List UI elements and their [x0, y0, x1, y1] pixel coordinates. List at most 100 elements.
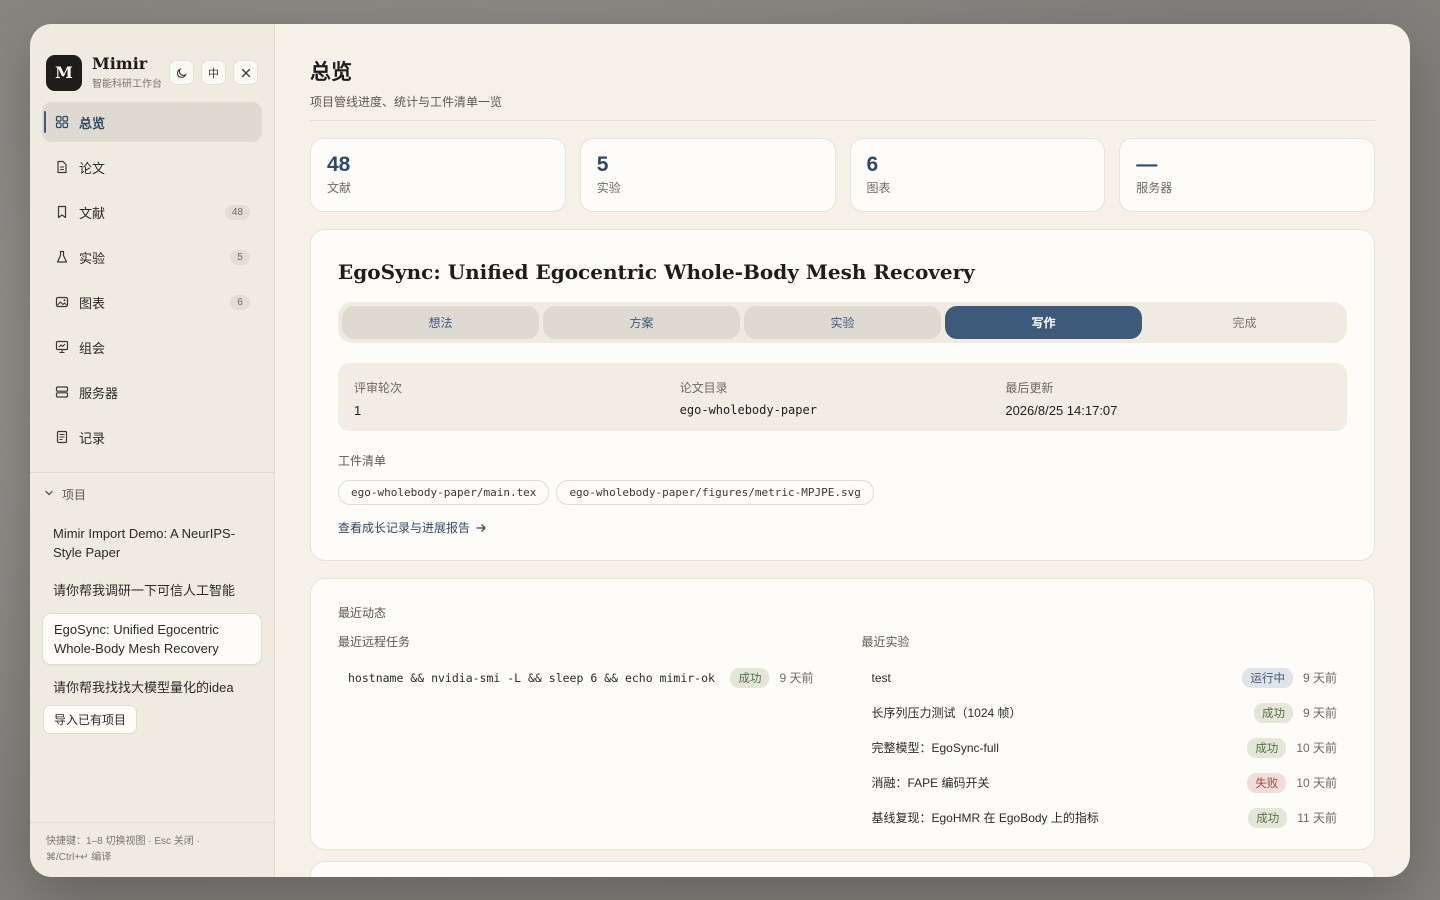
- sidebar-item-label: 实验: [79, 250, 106, 266]
- stat-value: 48: [327, 153, 351, 176]
- experiment-time: 9 天前: [1302, 671, 1337, 685]
- experiment-time: 10 天前: [1296, 776, 1337, 790]
- project-item[interactable]: 请你帮我找找大模型量化的idea: [42, 672, 262, 703]
- project-title: EgoSync: Unified Egocentric Whole-Body M…: [338, 260, 975, 284]
- project-meta: 评审轮次 1 论文目录 ego-wholebody-paper 最后更新 202…: [338, 363, 1347, 431]
- project-card: EgoSync: Unified Egocentric Whole-Body M…: [310, 229, 1375, 561]
- language-toggle-button[interactable]: 中: [201, 60, 226, 85]
- status-badge: 运行中: [1242, 667, 1293, 688]
- recent-experiments-column: 最近实验 test 运行中 9 天前 长序列压力测试（1024 帧） 成功 9 …: [862, 633, 1348, 835]
- sidebar-item-label: 文献: [79, 205, 106, 221]
- sidebar-item-paper[interactable]: 论文: [42, 147, 262, 187]
- experiment-row[interactable]: 消融：FAPE 编码开关 失败 10 天前: [862, 765, 1348, 800]
- bookmark-icon: [55, 205, 69, 219]
- status-badge: 失败: [1247, 772, 1287, 793]
- project-item-active[interactable]: EgoSync: Unified Egocentric Whole-Body M…: [42, 613, 262, 665]
- shortcut-line-2: ⌘/Ctrl+↵ 编译: [46, 852, 112, 863]
- status-badge: 成功: [1253, 702, 1293, 723]
- close-icon: [241, 68, 250, 77]
- sidebar-item-label: 组会: [79, 340, 106, 356]
- experiment-name: 完整模型：EgoSync-full: [871, 741, 999, 755]
- stage-writing[interactable]: 写作: [945, 306, 1142, 339]
- app-name: Mimir: [92, 54, 148, 73]
- app-subtitle: 智能科研工作台: [92, 79, 162, 90]
- sidebar-item-label: 服务器: [79, 385, 119, 401]
- stat-label: 实验: [596, 181, 621, 195]
- activity-title: 最近动态: [338, 606, 387, 620]
- stat-label: 图表: [866, 181, 891, 195]
- activity-card: 最近动态 最近远程任务 hostname && nvidia-smi -L &&…: [310, 578, 1375, 850]
- status-badge: 成功: [1247, 737, 1287, 758]
- main-content: 总览 项目管线进度、统计与工件清单一览 48 文献 5 实验 6 图表 — 服务…: [275, 24, 1410, 877]
- projects-header: 项目: [62, 488, 87, 502]
- stage-plan[interactable]: 方案: [543, 306, 740, 339]
- next-card-peek: [310, 861, 1375, 877]
- stat-value: 5: [596, 153, 609, 176]
- app-window: M Mimir 智能科研工作台 中 总览 论文 文献 48 实验 5 图表 6 …: [30, 24, 1410, 877]
- experiment-name: test: [871, 670, 891, 685]
- artifact-chip[interactable]: ego-wholebody-paper/main.tex: [338, 480, 550, 505]
- sidebar-item-label: 论文: [79, 160, 106, 176]
- stat-card-figures[interactable]: 6 图表: [849, 138, 1106, 212]
- image-icon: [55, 295, 69, 309]
- remote-tasks-column: 最近远程任务 hostname && nvidia-smi -L && slee…: [338, 633, 824, 835]
- experiment-row[interactable]: 完整模型：EgoSync-full 成功 10 天前: [862, 730, 1348, 765]
- grid-icon: [55, 115, 69, 129]
- stage-idea[interactable]: 想法: [342, 306, 539, 339]
- stat-card-servers[interactable]: — 服务器: [1119, 138, 1375, 212]
- sidebar-item-label: 总览: [79, 115, 106, 131]
- recent-experiments-header: 最近实验: [861, 635, 910, 649]
- sidebar-nav: 总览 论文 文献 48 实验 5 图表 6 组会 服务器 记录: [30, 102, 274, 462]
- experiment-name: 基线复现：EgoHMR 在 EgoBody 上的指标: [871, 811, 1099, 825]
- document-icon: [55, 160, 69, 174]
- notes-icon: [55, 430, 69, 444]
- sidebar-item-figures[interactable]: 图表 6: [42, 282, 262, 322]
- experiment-row[interactable]: 长序列压力测试（1024 帧） 成功 9 天前: [862, 695, 1348, 730]
- progress-report-link[interactable]: 查看成长记录与进展报告: [338, 519, 1347, 536]
- artifact-manifest-label: 工件清单: [338, 454, 387, 468]
- server-icon: [55, 385, 69, 399]
- chevron-down-icon: [44, 488, 54, 501]
- stat-label: 服务器: [1136, 181, 1173, 195]
- progress-report-link-label: 查看成长记录与进展报告: [338, 521, 471, 535]
- sidebar-item-experiments[interactable]: 实验 5: [42, 237, 262, 277]
- sidebar-item-literature[interactable]: 文献 48: [42, 192, 262, 232]
- stat-card-literature[interactable]: 48 文献: [310, 138, 566, 212]
- paper-dir-value: ego-wholebody-paper: [679, 403, 817, 417]
- sidebar-item-servers[interactable]: 服务器: [42, 372, 262, 412]
- sidebar-item-count: 48: [224, 204, 250, 220]
- stats-row: 48 文献 5 实验 6 图表 — 服务器: [310, 138, 1375, 212]
- sidebar-item-label: 记录: [79, 430, 106, 446]
- stat-label: 文献: [327, 181, 352, 195]
- artifact-chip[interactable]: ego-wholebody-paper/figures/metric-MPJPE…: [556, 480, 874, 505]
- experiment-time: 9 天前: [1302, 706, 1337, 720]
- experiment-name: 消融：FAPE 编码开关: [871, 776, 990, 790]
- page-title: 总览: [310, 59, 352, 84]
- sidebar-item-meetings[interactable]: 组会: [42, 327, 262, 367]
- project-list: Mimir Import Demo: A NeurIPS-Style Paper…: [42, 518, 262, 734]
- stage-done[interactable]: 完成: [1146, 306, 1343, 339]
- sidebar-item-overview[interactable]: 总览: [42, 102, 262, 142]
- experiment-row[interactable]: test 运行中 9 天前: [862, 660, 1348, 695]
- review-round-label: 评审轮次: [354, 381, 403, 395]
- remote-task-row[interactable]: hostname && nvidia-smi -L && sleep 6 && …: [338, 660, 824, 695]
- project-item[interactable]: 请你帮我调研一下可信人工智能: [42, 575, 262, 606]
- stage-experiment[interactable]: 实验: [744, 306, 941, 339]
- sidebar-item-notes[interactable]: 记录: [42, 417, 262, 457]
- import-project-button[interactable]: 导入已有项目: [43, 705, 138, 734]
- sidebar-item-label: 图表: [79, 295, 106, 311]
- experiment-time: 11 天前: [1297, 811, 1337, 825]
- pipeline-stages: 想法 方案 实验 写作 完成: [338, 302, 1347, 343]
- experiment-row[interactable]: 基线复现：EgoHMR 在 EgoBody 上的指标 成功 11 天前: [862, 800, 1348, 835]
- shortcut-line-1: 快捷键：1–8 切换视图 · Esc 关闭 ·: [46, 836, 200, 847]
- presentation-icon: [55, 340, 69, 354]
- remote-tasks-header: 最近远程任务: [338, 635, 411, 649]
- review-round-value: 1: [354, 403, 362, 418]
- artifact-list: ego-wholebody-paper/main.tex ego-wholebo…: [338, 480, 1347, 505]
- project-item[interactable]: Mimir Import Demo: A NeurIPS-Style Paper: [42, 518, 262, 568]
- stat-card-experiments[interactable]: 5 实验: [579, 138, 836, 212]
- projects-section-toggle[interactable]: 项目: [44, 486, 86, 503]
- stat-value: 6: [866, 153, 879, 176]
- close-button[interactable]: [233, 60, 258, 85]
- theme-toggle-button[interactable]: [169, 60, 194, 85]
